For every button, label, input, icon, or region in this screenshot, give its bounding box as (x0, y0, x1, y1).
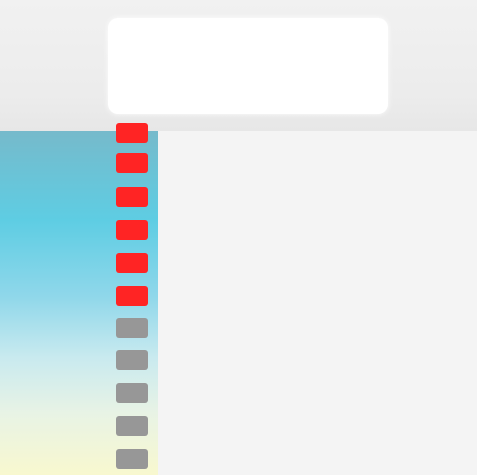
level-segment-inactive-5 (116, 449, 148, 469)
level-segment-inactive-4 (116, 416, 148, 436)
level-segment-active-2 (116, 153, 148, 173)
level-segment-active-4 (116, 220, 148, 240)
level-segment-active-1 (116, 123, 148, 143)
top-bar (0, 0, 477, 131)
top-card (108, 18, 388, 114)
level-segment-inactive-1 (116, 318, 148, 338)
content-area (158, 131, 477, 475)
app-screen (0, 0, 477, 475)
level-segment-inactive-3 (116, 383, 148, 403)
level-segment-active-6 (116, 286, 148, 306)
level-segment-inactive-2 (116, 350, 148, 370)
level-meter (116, 123, 150, 475)
level-segment-active-3 (116, 187, 148, 207)
level-segment-active-5 (116, 253, 148, 273)
